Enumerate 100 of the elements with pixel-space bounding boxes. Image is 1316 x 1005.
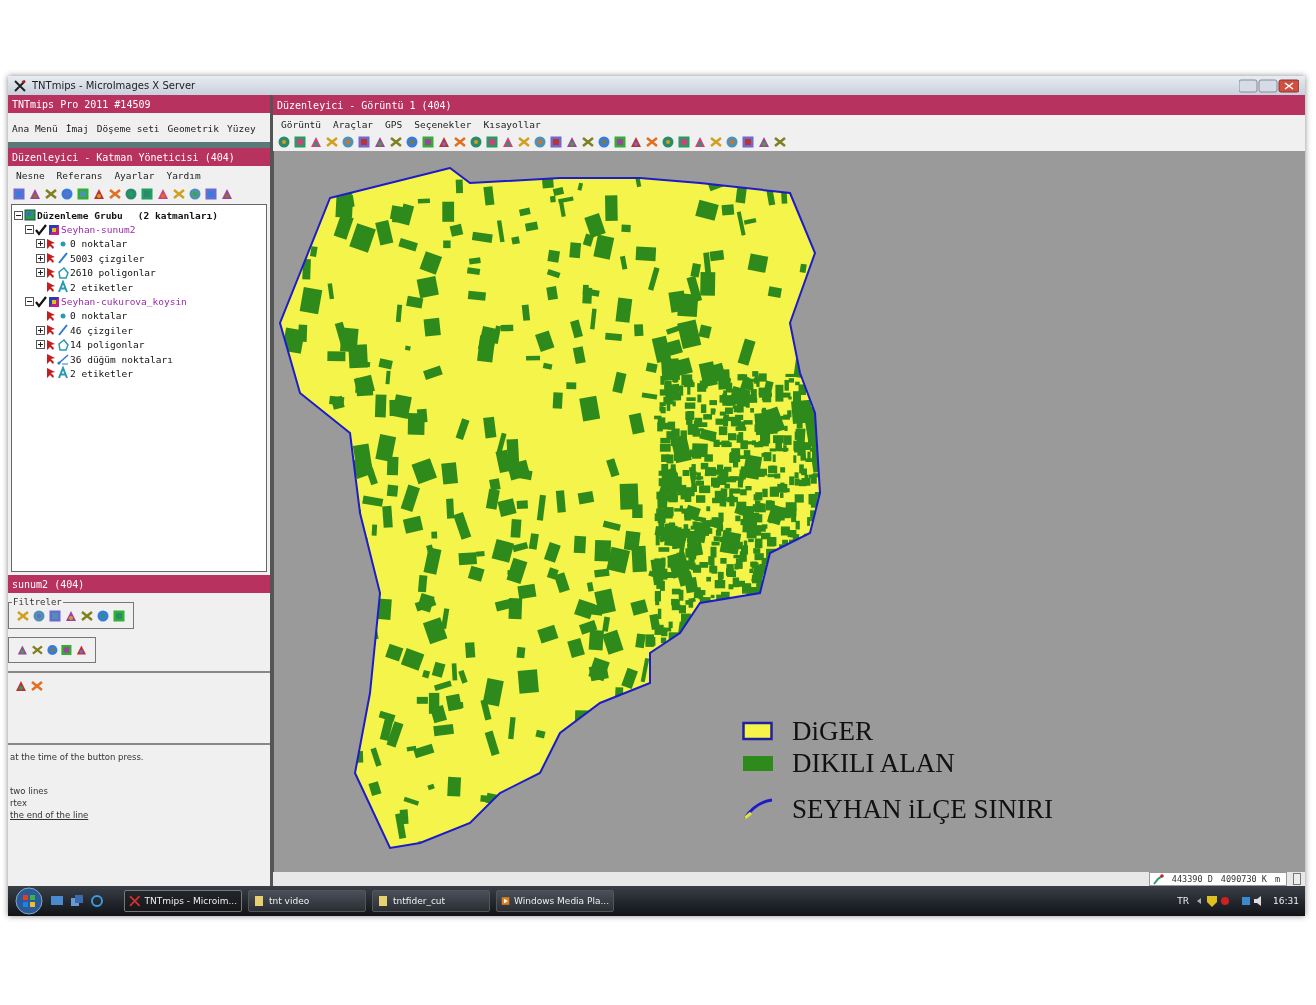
menu-item[interactable]: İmaj bbox=[65, 123, 89, 134]
taskbar-button[interactable]: Windows Media Pla... bbox=[496, 890, 614, 912]
menu-item[interactable]: Döşeme seti bbox=[96, 123, 160, 134]
tool-icon[interactable] bbox=[309, 135, 323, 149]
tool-icon[interactable] bbox=[565, 135, 579, 149]
element-label[interactable]: 2 etiketler bbox=[70, 368, 133, 379]
tool-icon[interactable] bbox=[108, 187, 122, 201]
taskbar-button[interactable]: tntfider_cut bbox=[372, 890, 490, 912]
tool-icon[interactable] bbox=[48, 609, 62, 623]
element-label[interactable]: 46 çizgiler bbox=[70, 324, 133, 336]
tool-icon[interactable] bbox=[389, 135, 403, 149]
tool-icon[interactable] bbox=[140, 187, 154, 201]
tool-icon[interactable] bbox=[44, 187, 58, 201]
collapse-icon[interactable] bbox=[14, 210, 23, 220]
tool-icon[interactable] bbox=[156, 187, 170, 201]
expand-icon[interactable] bbox=[36, 325, 45, 335]
tool-icon[interactable] bbox=[32, 609, 46, 623]
pointer-icon[interactable] bbox=[46, 338, 56, 351]
tool-icon[interactable] bbox=[645, 135, 659, 149]
tool-icon[interactable] bbox=[357, 135, 371, 149]
menu-item[interactable]: Ayarlar bbox=[114, 170, 155, 181]
menu-item[interactable]: Araçlar bbox=[333, 119, 374, 130]
group-name[interactable]: Düzenleme Grubu bbox=[37, 209, 123, 221]
menu-item[interactable]: Seçenekler bbox=[414, 119, 472, 130]
checkmark-icon[interactable] bbox=[35, 223, 47, 236]
tool-icon[interactable] bbox=[741, 135, 755, 149]
menu-item[interactable]: GPS bbox=[385, 119, 403, 130]
tool-icon[interactable] bbox=[773, 135, 787, 149]
tool-icon[interactable] bbox=[629, 135, 643, 149]
window-switch-icon[interactable] bbox=[70, 894, 84, 908]
element-label[interactable]: 2 etiketler bbox=[70, 281, 133, 293]
tool-icon[interactable] bbox=[12, 187, 26, 201]
layer-name[interactable]: Seyhan-sunum2 bbox=[61, 224, 136, 236]
menu-item[interactable]: Kısayollar bbox=[483, 119, 541, 130]
browser-icon[interactable] bbox=[90, 894, 104, 908]
pointer-icon[interactable] bbox=[46, 353, 56, 366]
collapse-icon[interactable] bbox=[25, 225, 34, 235]
pointer-icon[interactable] bbox=[46, 281, 56, 294]
tool-icon[interactable] bbox=[549, 135, 563, 149]
taskbar-button[interactable]: tnt video bbox=[248, 890, 366, 912]
tool-icon[interactable] bbox=[661, 135, 675, 149]
expand-icon[interactable] bbox=[36, 340, 45, 350]
tool-icon[interactable] bbox=[76, 187, 90, 201]
window-controls-icon[interactable] bbox=[1239, 78, 1299, 93]
tool-icon[interactable] bbox=[341, 135, 355, 149]
menu-item[interactable]: Yüzey bbox=[227, 123, 256, 134]
tool-icon[interactable] bbox=[16, 643, 29, 657]
tool-icon[interactable] bbox=[469, 135, 483, 149]
tool-icon[interactable] bbox=[757, 135, 771, 149]
tool-icon[interactable] bbox=[30, 643, 44, 657]
menu-item[interactable]: Geometrik bbox=[167, 123, 220, 134]
desktop-icon[interactable] bbox=[50, 894, 64, 908]
menu-item[interactable]: Ana Menü bbox=[12, 123, 58, 134]
tool-icon[interactable] bbox=[188, 187, 202, 201]
tool-icon[interactable] bbox=[14, 679, 28, 693]
pointer-icon[interactable] bbox=[46, 252, 56, 265]
tool-icon[interactable] bbox=[453, 135, 467, 149]
tool-icon[interactable] bbox=[124, 187, 138, 201]
tool-icon[interactable] bbox=[725, 135, 739, 149]
menu-item[interactable]: Nesne bbox=[16, 170, 45, 181]
element-label[interactable]: 2610 poligonlar bbox=[70, 267, 156, 279]
start-orb-icon[interactable] bbox=[14, 887, 44, 915]
tool-icon[interactable] bbox=[28, 187, 42, 201]
pointer-icon[interactable] bbox=[46, 266, 56, 279]
pointer-icon[interactable] bbox=[46, 324, 56, 337]
language-indicator[interactable]: TR bbox=[1177, 896, 1190, 906]
tool-icon[interactable] bbox=[277, 135, 291, 149]
element-label[interactable]: 0 noktalar bbox=[70, 310, 128, 322]
tool-icon[interactable] bbox=[501, 135, 515, 149]
tool-icon[interactable] bbox=[64, 609, 78, 623]
tool-icon[interactable] bbox=[112, 609, 126, 623]
tool-icon[interactable] bbox=[60, 643, 74, 657]
menu-item[interactable]: Yardım bbox=[166, 170, 201, 181]
tool-icon[interactable] bbox=[373, 135, 387, 149]
expand-icon[interactable] bbox=[36, 239, 45, 249]
tool-icon[interactable] bbox=[677, 135, 691, 149]
tool-icon[interactable] bbox=[613, 135, 627, 149]
element-label[interactable]: 14 poligonlar bbox=[70, 339, 145, 351]
expand-icon[interactable] bbox=[36, 268, 45, 278]
tool-icon[interactable] bbox=[597, 135, 611, 149]
tool-icon[interactable] bbox=[693, 135, 707, 149]
element-label[interactable]: 36 düğüm noktaları bbox=[70, 353, 173, 365]
tool-icon[interactable] bbox=[45, 643, 59, 657]
menu-item[interactable]: Referans bbox=[56, 170, 103, 181]
tool-icon[interactable] bbox=[405, 135, 419, 149]
tool-icon[interactable] bbox=[293, 135, 307, 149]
tool-icon[interactable] bbox=[96, 609, 110, 623]
tool-icon[interactable] bbox=[421, 135, 435, 149]
pointer-icon[interactable] bbox=[46, 367, 56, 380]
pointer-icon[interactable] bbox=[46, 309, 56, 322]
expand-icon[interactable] bbox=[36, 253, 45, 263]
tool-icon[interactable] bbox=[220, 187, 234, 201]
tool-icon[interactable] bbox=[60, 187, 74, 201]
checkmark-icon[interactable] bbox=[35, 295, 47, 308]
tool-icon[interactable] bbox=[581, 135, 595, 149]
tool-icon[interactable] bbox=[204, 187, 218, 201]
element-label[interactable]: 0 noktalar bbox=[70, 238, 128, 250]
tool-icon[interactable] bbox=[437, 135, 451, 149]
element-label[interactable]: 5003 çizgiler bbox=[70, 252, 145, 264]
tool-icon[interactable] bbox=[80, 609, 94, 623]
